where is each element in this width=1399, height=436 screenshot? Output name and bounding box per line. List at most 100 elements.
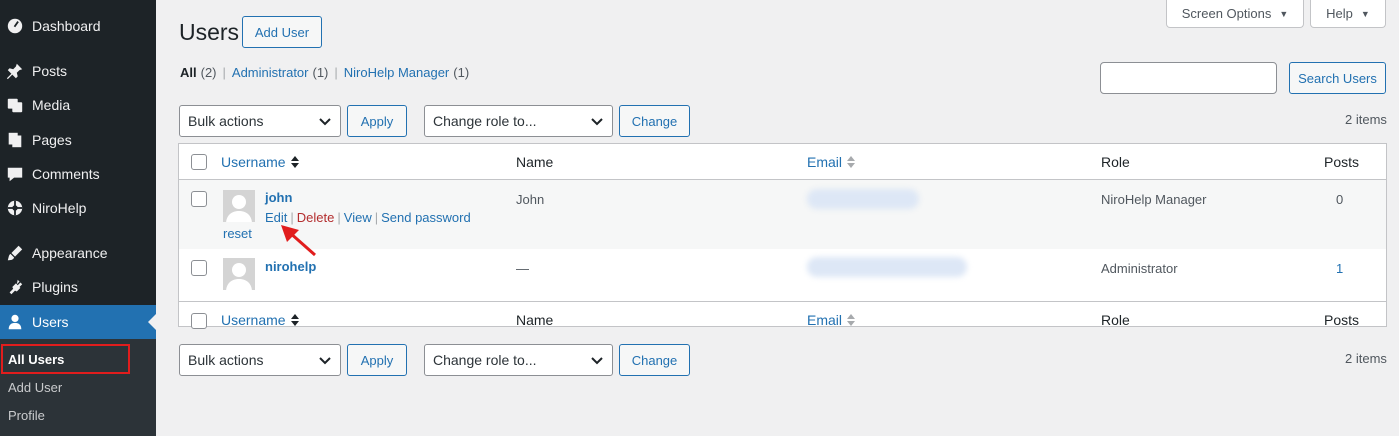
select-all-checkbox[interactable] xyxy=(191,313,207,329)
sidebar-item-label: Dashboard xyxy=(32,18,101,34)
column-posts: Posts xyxy=(1324,154,1360,170)
table-footer-row: Username Name Email Role Posts xyxy=(179,301,1386,329)
username-link[interactable]: nirohelp xyxy=(265,259,316,274)
change-role-select-bottom[interactable]: Change role to... xyxy=(424,344,613,376)
change-role-button[interactable]: Change xyxy=(619,105,690,137)
sidebar-item-label: Posts xyxy=(32,63,68,79)
apply-button[interactable]: Apply xyxy=(347,105,407,137)
pin-icon xyxy=(5,61,25,81)
chevron-down-icon xyxy=(591,357,603,365)
column-email[interactable]: Email xyxy=(807,154,856,170)
sidebar-item-label: NiroHelp xyxy=(32,200,87,216)
username-link[interactable]: john xyxy=(265,190,292,205)
sidebar-item-appearance[interactable]: Appearance xyxy=(0,236,156,270)
admin-sidebar: Dashboard Posts Media Pages Comments Nir… xyxy=(0,0,156,436)
column-name: Name xyxy=(516,312,554,328)
column-role: Role xyxy=(1101,312,1130,328)
change-role-value: Change role to... xyxy=(433,113,537,129)
change-role-value: Change role to... xyxy=(433,352,537,368)
filter-administrator-count: (1) xyxy=(312,65,329,80)
caret-down-icon: ▼ xyxy=(1279,8,1289,19)
column-name: Name xyxy=(516,154,554,170)
bulk-actions-select[interactable]: Bulk actions xyxy=(179,105,341,137)
users-icon xyxy=(5,312,25,332)
avatar xyxy=(223,190,255,222)
chevron-down-icon xyxy=(319,357,331,365)
name-cell: John xyxy=(516,192,545,207)
row-checkbox[interactable] xyxy=(191,260,207,276)
posts-cell: 0 xyxy=(1336,192,1344,207)
sidebar-item-label: Users xyxy=(32,314,69,330)
add-user-button[interactable]: Add User xyxy=(242,16,322,48)
column-username[interactable]: Username xyxy=(221,312,299,328)
filter-all[interactable]: All xyxy=(180,65,197,80)
send-password-reset-link[interactable]: reset xyxy=(223,226,252,241)
page-title: Users xyxy=(179,19,240,45)
sidebar-item-label: Comments xyxy=(32,166,100,182)
comments-icon xyxy=(5,164,25,184)
role-cell: NiroHelp Manager xyxy=(1101,192,1207,207)
filter-nirohelp-manager-count: (1) xyxy=(453,65,470,80)
posts-count-link[interactable]: 1 xyxy=(1336,261,1343,276)
users-table: Username Name Email Role Posts john Edit… xyxy=(178,143,1387,329)
avatar xyxy=(223,258,255,290)
bulk-actions-select-bottom[interactable]: Bulk actions xyxy=(179,344,341,376)
view-link[interactable]: View xyxy=(344,210,372,225)
search-users-button[interactable]: Search Users xyxy=(1289,62,1386,94)
bulk-actions-value: Bulk actions xyxy=(188,113,264,129)
sidebar-item-pages[interactable]: Pages xyxy=(0,123,156,157)
sidebar-item-label: Plugins xyxy=(32,279,78,295)
send-password-link[interactable]: Send password xyxy=(381,210,471,225)
sidebar-item-comments[interactable]: Comments xyxy=(0,157,156,191)
screen-options-button[interactable]: Screen Options ▼ xyxy=(1166,0,1304,28)
sidebar-item-label: Pages xyxy=(32,132,72,148)
submenu-add-user[interactable]: Add User xyxy=(8,380,62,395)
user-role-filters: All (2) | Administrator (1) | NiroHelp M… xyxy=(180,65,469,80)
pages-icon xyxy=(5,130,25,150)
plugins-icon xyxy=(5,277,25,297)
sort-icon xyxy=(290,156,299,168)
sort-icon xyxy=(847,314,856,326)
table-header-row: Username Name Email Role Posts xyxy=(179,144,1386,180)
table-row: nirohelp — Administrator 1 xyxy=(179,249,1386,301)
apply-button-bottom[interactable]: Apply xyxy=(347,344,407,376)
sidebar-item-nirohelp[interactable]: NiroHelp xyxy=(0,191,156,225)
table-row: john Edit | Delete | View | Send password rese… xyxy=(179,180,1386,249)
screen-options-label: Screen Options xyxy=(1181,6,1272,21)
sidebar-item-plugins[interactable]: Plugins xyxy=(0,270,156,304)
change-role-button-bottom[interactable]: Change xyxy=(619,344,690,376)
filter-administrator[interactable]: Administrator xyxy=(232,65,309,80)
row-checkbox[interactable] xyxy=(191,191,207,207)
sidebar-item-posts[interactable]: Posts xyxy=(0,54,156,88)
help-button[interactable]: Help ▼ xyxy=(1310,0,1386,28)
sidebar-item-users[interactable]: Users xyxy=(0,305,156,339)
column-username-label: Username xyxy=(221,312,286,328)
sort-icon xyxy=(290,314,299,326)
sidebar-item-label: Appearance xyxy=(32,245,108,261)
annotation-arrow-icon xyxy=(281,225,316,257)
role-cell: Administrator xyxy=(1101,261,1178,276)
appearance-icon xyxy=(5,243,25,263)
caret-down-icon: ▼ xyxy=(1360,8,1370,19)
sidebar-item-dashboard[interactable]: Dashboard xyxy=(0,9,156,43)
email-redacted xyxy=(807,257,967,277)
email-redacted xyxy=(807,189,919,209)
chevron-down-icon xyxy=(591,118,603,126)
change-role-select[interactable]: Change role to... xyxy=(424,105,613,137)
select-all-checkbox[interactable] xyxy=(191,154,207,170)
chevron-down-icon xyxy=(319,118,331,126)
column-email[interactable]: Email xyxy=(807,312,856,328)
submenu-profile[interactable]: Profile xyxy=(8,408,45,423)
sidebar-item-media[interactable]: Media xyxy=(0,88,156,122)
filter-all-count: (2) xyxy=(200,65,217,80)
dashboard-icon xyxy=(5,16,25,36)
action-separator: | xyxy=(337,210,341,225)
filter-nirohelp-manager[interactable]: NiroHelp Manager xyxy=(344,65,450,80)
nirohelp-icon xyxy=(5,198,25,218)
column-username[interactable]: Username xyxy=(221,154,299,170)
search-input[interactable] xyxy=(1100,62,1277,94)
column-username-label: Username xyxy=(221,154,286,170)
sort-icon xyxy=(847,156,856,168)
items-count: 2 items xyxy=(1345,112,1387,127)
filter-separator: | xyxy=(222,65,226,80)
